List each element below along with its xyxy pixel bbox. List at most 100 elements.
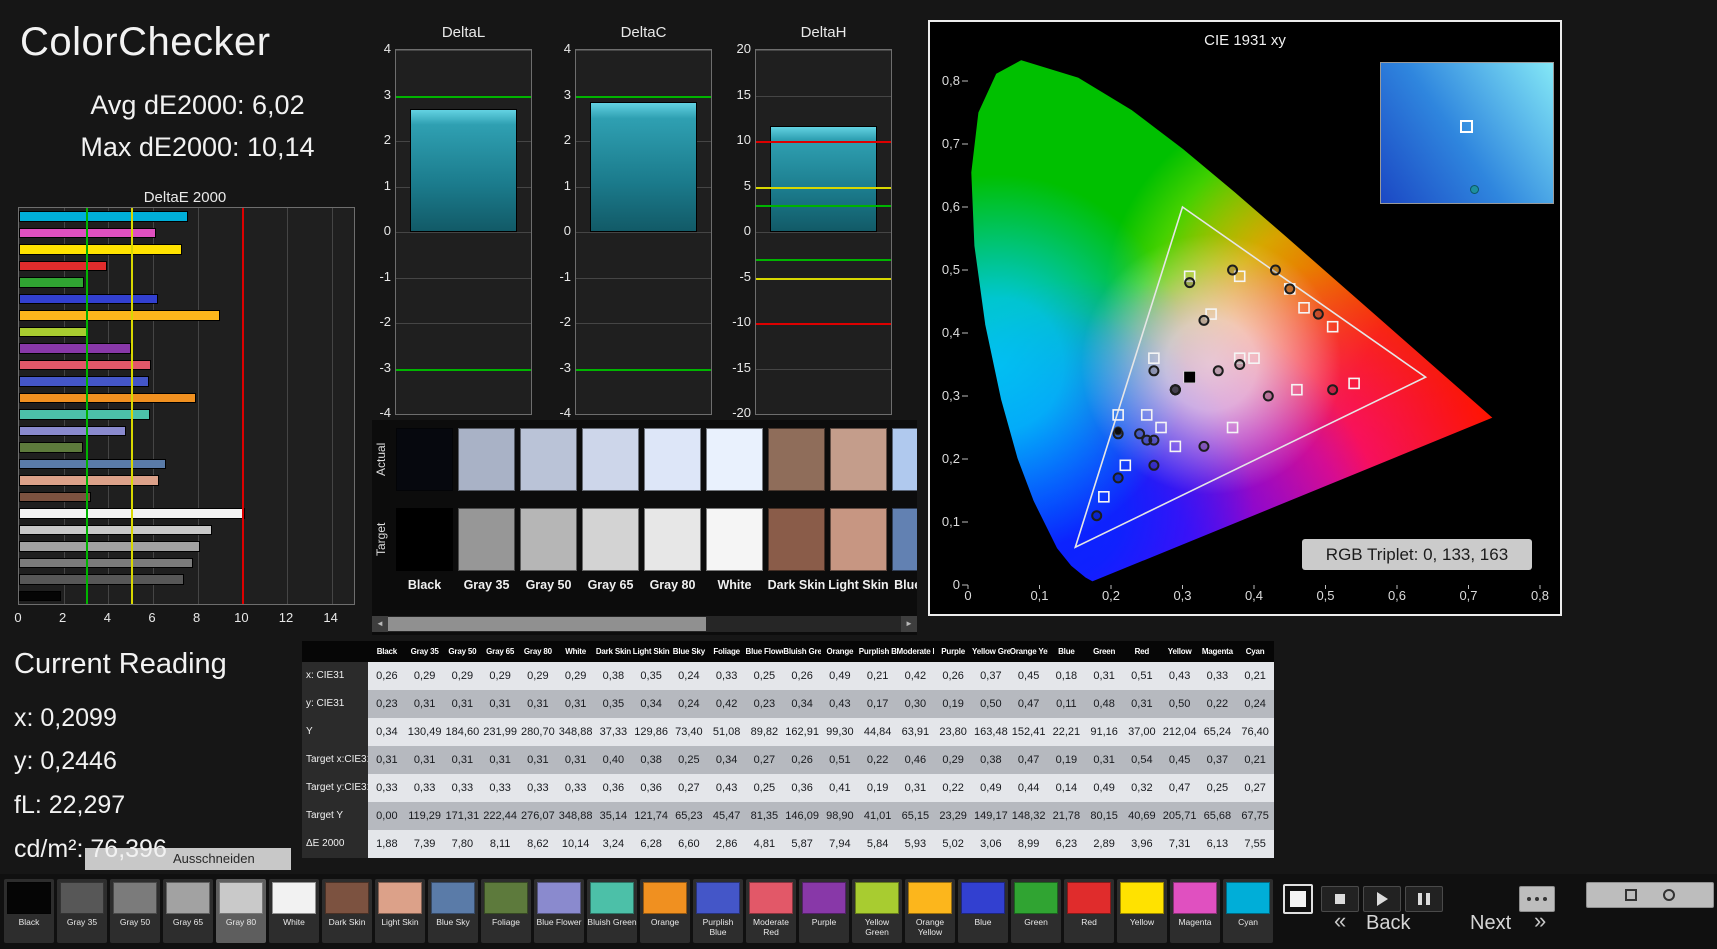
patch-selector-tile[interactable]: Moderate Red — [746, 879, 796, 943]
patch-selector-tile[interactable]: Green — [1011, 879, 1061, 943]
patch-selector-tile[interactable]: Blue Sky — [428, 879, 478, 943]
patch-selector-tile[interactable]: White — [269, 879, 319, 943]
table-cell: 8,11 — [489, 838, 511, 850]
patch-tile-label: Blue — [974, 917, 992, 927]
patch-column-label: Blue Sky — [894, 578, 917, 592]
patch-swatch — [643, 882, 687, 914]
table-header-cell: Magenta — [1201, 647, 1233, 656]
deltae-bar — [19, 392, 197, 403]
table-header-cell: Gray 65 — [486, 647, 515, 656]
table-cell: 0,29 — [489, 670, 511, 682]
patch-column-label: Gray 65 — [587, 578, 634, 592]
table-cell: 0,31 — [904, 782, 927, 794]
cie-zoom-inset — [1380, 62, 1554, 204]
table-cell: 7,31 — [1168, 838, 1191, 850]
table-cell: 0,26 — [376, 670, 398, 682]
pattern-window-button[interactable] — [1283, 884, 1313, 914]
table-cell: 10,14 — [561, 838, 590, 850]
svg-text:0: 0 — [953, 577, 960, 592]
reading-cdm2: cd/m²: 76,396 — [14, 835, 167, 863]
deltae-bar — [19, 343, 132, 354]
patch-selector-tile[interactable]: Yellow — [1117, 879, 1167, 943]
scrollbar-thumb[interactable] — [388, 617, 706, 631]
table-cell: 0,29 — [451, 670, 474, 682]
patch-selector-tile[interactable]: Gray 50 — [110, 879, 160, 943]
ref-line — [396, 368, 531, 371]
table-cell: 21,78 — [1052, 810, 1081, 822]
patch-selector-tile[interactable]: Light Skin — [375, 879, 425, 943]
deltae-ref-line — [130, 208, 133, 604]
patch-swatch — [1173, 882, 1217, 914]
back-chevrons-icon[interactable]: « — [1334, 910, 1346, 932]
patch-selector-tile[interactable]: Purplish Blue — [693, 879, 743, 943]
svg-text:0,8: 0,8 — [942, 73, 960, 88]
table-cell: 44,84 — [863, 726, 892, 738]
patch-selector-tile[interactable]: Blue — [958, 879, 1008, 943]
patch-selector-tile[interactable]: Gray 80 — [216, 879, 266, 943]
table-cell: 45,47 — [712, 810, 741, 822]
patch-selector-tile[interactable]: Purple — [799, 879, 849, 943]
patch-selector-tile[interactable]: Gray 65 — [163, 879, 213, 943]
table-cell: 121,74 — [634, 810, 668, 822]
back-button[interactable]: Back — [1366, 912, 1410, 935]
table-cell: 5,87 — [791, 838, 813, 850]
table-cell: 0,23 — [753, 698, 776, 710]
table-cell: 5,02 — [942, 838, 964, 850]
table-cell: 148,32 — [1011, 810, 1046, 822]
table-cell: 0,44 — [1017, 782, 1040, 794]
patch-swatch — [749, 882, 793, 914]
svg-text:0: 0 — [964, 588, 971, 603]
patch-selector-tile[interactable]: Dark Skin — [322, 879, 372, 943]
patch-selector-tile[interactable]: Black — [4, 879, 54, 943]
measured-marker — [1141, 434, 1153, 446]
gridline — [756, 232, 891, 233]
pause-button[interactable] — [1405, 886, 1443, 912]
deltae-gridline — [331, 208, 333, 604]
patch-scrollbar[interactable]: ◄ ► — [372, 616, 917, 632]
table-header-row: Black Gray 35 Gray 50 Gray 65 Gray 80 White Da… — [302, 641, 1274, 662]
patch-selector-tile[interactable]: Red — [1064, 879, 1114, 943]
app-chrome-panel[interactable] — [1586, 882, 1714, 908]
table-cell: 0,33 — [451, 782, 474, 794]
ref-line — [756, 186, 891, 189]
svg-text:0,3: 0,3 — [1173, 588, 1191, 603]
deltae-axis-label: 2 — [59, 610, 67, 625]
patch-swatch — [1226, 882, 1270, 914]
patch-selector-tile[interactable]: Orange — [640, 879, 690, 943]
scroll-right-icon[interactable]: ► — [901, 616, 917, 632]
patch-selector-tile[interactable]: Orange Yellow — [905, 879, 955, 943]
ref-line — [756, 277, 891, 280]
table-cell: 0,34 — [640, 698, 662, 710]
next-button[interactable]: Next — [1470, 912, 1511, 935]
table-cell: 0,31 — [1093, 670, 1115, 682]
target-patch — [644, 508, 701, 571]
play-button[interactable] — [1363, 886, 1401, 912]
table-header-cell: Purplish Blue — [858, 647, 897, 656]
patch-column-label: Dark Skin — [767, 578, 826, 592]
patch-swatch — [1067, 882, 1111, 914]
patch-selector-tile[interactable]: Yellow Green — [852, 879, 902, 943]
table-cell: 348,88 — [558, 726, 593, 738]
next-chevrons-icon[interactable]: » — [1534, 910, 1546, 932]
table-cell: 0,36 — [602, 782, 625, 794]
patch-selector-tile[interactable]: Bluish Green — [587, 879, 637, 943]
table-cell: 0,36 — [640, 782, 662, 794]
table-cell: 0,21 — [1244, 754, 1266, 766]
patch-tile-label: Bluish Green — [587, 917, 637, 927]
table-header-cell: Orange — [826, 647, 854, 656]
table-header-cell: Yellow Green — [972, 647, 1010, 656]
patch-tile-label: Foliage — [492, 917, 520, 927]
measured-marker — [1198, 440, 1210, 452]
patch-selector-tile[interactable]: Blue Flower — [534, 879, 584, 943]
patch-tile-label: Gray 35 — [66, 917, 98, 927]
axis-label: -1 — [379, 268, 391, 284]
inset-measured-marker — [1470, 184, 1480, 194]
deltae-bar — [19, 442, 83, 453]
scroll-left-icon[interactable]: ◄ — [372, 616, 388, 632]
patch-selector-tile[interactable]: Magenta — [1170, 879, 1220, 943]
table-row: Target Y 0,00 119,29 171,31 222,44 276,07 348,… — [302, 802, 1274, 830]
patch-selector-tile[interactable]: Cyan — [1223, 879, 1273, 943]
patch-selector-tile[interactable]: Gray 35 — [57, 879, 107, 943]
patch-selector-tile[interactable]: Foliage — [481, 879, 531, 943]
table-cell: 0,33 — [489, 782, 511, 794]
